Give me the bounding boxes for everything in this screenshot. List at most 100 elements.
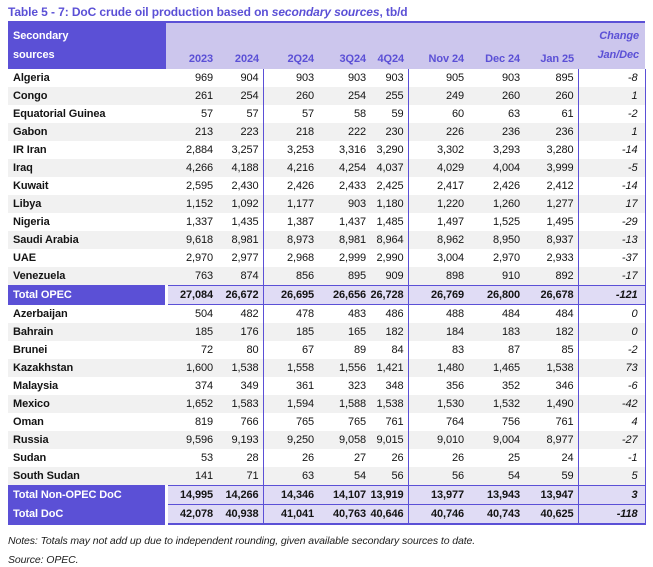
table-header: Secondary sources 2023 2024 2Q24 3Q24 4Q24 Nov … <box>8 23 645 69</box>
change-value: -17 <box>578 267 646 286</box>
change-value: -118 <box>578 504 646 525</box>
value-cell: 260 <box>468 87 524 105</box>
value-cell: 361 <box>295 380 314 392</box>
value-cell: 3,290 <box>370 141 409 159</box>
table-row-bahrain: Bahrain 185 176 185 165 182 184 183 182 0 <box>8 323 646 341</box>
value-cell: 72 <box>200 344 213 356</box>
row-label: Libya <box>8 195 166 213</box>
value-cell: 59 <box>524 467 579 486</box>
value-cell: 1,180 <box>370 195 409 213</box>
value-cell: 2,595 <box>185 180 213 192</box>
value-cell: 761 <box>524 413 579 431</box>
value-cell: 349 <box>217 377 264 395</box>
report-page: Table 5 - 7: DoC crude oil production ba… <box>0 0 653 567</box>
change-value: -8 <box>578 69 646 87</box>
value-cell: 26,656 <box>318 285 370 305</box>
value-cell: 1,437 <box>338 216 366 228</box>
value-cell: 1,532 <box>468 395 524 413</box>
row-label: Kuwait <box>13 180 49 192</box>
value-cell: 765 <box>295 416 314 428</box>
change-value: -37 <box>578 249 646 267</box>
value-cell: 71 <box>217 467 264 486</box>
value-cell: 346 <box>524 377 579 395</box>
table-title-italic: secondary sources <box>271 5 380 19</box>
value-cell: 3,999 <box>524 159 579 177</box>
value-cell: 26,672 <box>217 285 264 305</box>
value-cell: 374 <box>194 380 213 392</box>
value-cell: 13,919 <box>370 485 409 505</box>
row-label: Mexico <box>8 395 166 413</box>
value-cell: 260 <box>263 87 318 105</box>
table-row-total-doc: Total DoC 42,078 40,938 41,041 40,763 40,646 4… <box>8 504 646 525</box>
table-title: Table 5 - 7: DoC crude oil production ba… <box>8 5 645 23</box>
value-cell: 3,257 <box>217 141 264 159</box>
value-cell: 13,943 <box>468 485 524 505</box>
value-cell: 9,058 <box>318 431 370 449</box>
value-cell: 9,004 <box>468 431 524 449</box>
value-cell: 24 <box>524 449 579 467</box>
change-value: -42 <box>578 395 646 413</box>
header-col-nov-24: Nov 24 <box>408 23 468 69</box>
value-cell: 1,538 <box>217 359 264 377</box>
value-cell: 61 <box>524 105 579 123</box>
value-cell: 1,220 <box>408 195 468 213</box>
value-cell: 488 <box>445 308 464 320</box>
value-cell: 8,973 <box>263 231 318 249</box>
value-cell: 25 <box>507 452 520 464</box>
value-cell: 903 <box>318 195 370 213</box>
production-table: Secondary sources 2023 2024 2Q24 3Q24 4Q24 Nov … <box>8 23 646 525</box>
value-cell: 323 <box>347 380 366 392</box>
value-cell: 26,769 <box>408 285 468 305</box>
value-cell: 3,293 <box>492 144 520 156</box>
change-value: -5 <box>578 159 646 177</box>
row-label: Malaysia <box>13 380 59 392</box>
change-value: -14 <box>578 141 646 159</box>
value-cell: 8,937 <box>524 231 579 249</box>
table-row-uae: UAE 2,970 2,977 2,968 2,999 2,990 3,004 2,970 2,… <box>8 249 646 267</box>
value-cell: 261 <box>166 87 217 105</box>
value-cell: 482 <box>217 304 264 323</box>
value-cell: 27,084 <box>164 285 217 305</box>
row-label: Algeria <box>13 72 50 84</box>
value-cell: 8,977 <box>524 431 579 449</box>
value-cell: 9,596 <box>166 431 217 449</box>
value-cell: 2,933 <box>524 249 579 267</box>
table-row-total-non-opec-doc: Total Non-OPEC DoC 14,995 14,266 14,346 14,1… <box>8 485 646 505</box>
value-cell: 2,970 <box>492 252 520 264</box>
value-cell: 504 <box>194 308 213 320</box>
value-cell: 910 <box>468 267 524 286</box>
value-cell: 2,990 <box>370 249 409 267</box>
value-cell: 9,010 <box>408 431 468 449</box>
value-cell: 3,004 <box>436 252 464 264</box>
row-label: Congo <box>8 87 166 105</box>
table-row-sudan: Sudan 53 28 26 27 26 26 25 24 -1 <box>8 449 646 467</box>
value-cell: 40,938 <box>217 504 264 525</box>
value-cell: 26,800 <box>468 285 524 305</box>
table-row-venezuela: Venezuela 763 874 856 895 909 898 910 892 -17 <box>8 267 646 286</box>
value-cell: 1,495 <box>524 213 579 231</box>
value-cell: 9,015 <box>370 431 409 449</box>
table-row-mexico: Mexico 1,652 1,583 1,594 1,588 1,538 1,530 1,53… <box>8 395 646 413</box>
value-cell: 4,188 <box>217 159 264 177</box>
row-label: Russia <box>8 431 166 449</box>
value-cell: 26,678 <box>524 285 579 305</box>
value-cell: 42,078 <box>164 504 217 525</box>
header-col-4q24: 4Q24 <box>370 23 408 69</box>
value-cell: 56 <box>408 467 468 486</box>
row-label: Iraq <box>8 159 166 177</box>
table-title-suffix: , tb/d <box>379 5 408 19</box>
value-cell: 4,216 <box>263 159 318 177</box>
value-cell: 8,962 <box>408 231 468 249</box>
value-cell: 2,425 <box>370 177 409 195</box>
value-cell: 1,490 <box>524 395 579 413</box>
value-cell: 765 <box>347 416 366 428</box>
value-cell: 1,497 <box>436 216 464 228</box>
value-cell: 1,485 <box>370 213 409 231</box>
value-cell: 60 <box>451 108 464 120</box>
change-value: -27 <box>578 431 646 449</box>
value-cell: 1,530 <box>408 395 468 413</box>
row-label: Venezuela <box>8 267 166 286</box>
header-secondary-sources: Secondary sources <box>8 23 166 69</box>
value-cell: 57 <box>301 108 314 120</box>
row-label: Gabon <box>8 123 166 141</box>
